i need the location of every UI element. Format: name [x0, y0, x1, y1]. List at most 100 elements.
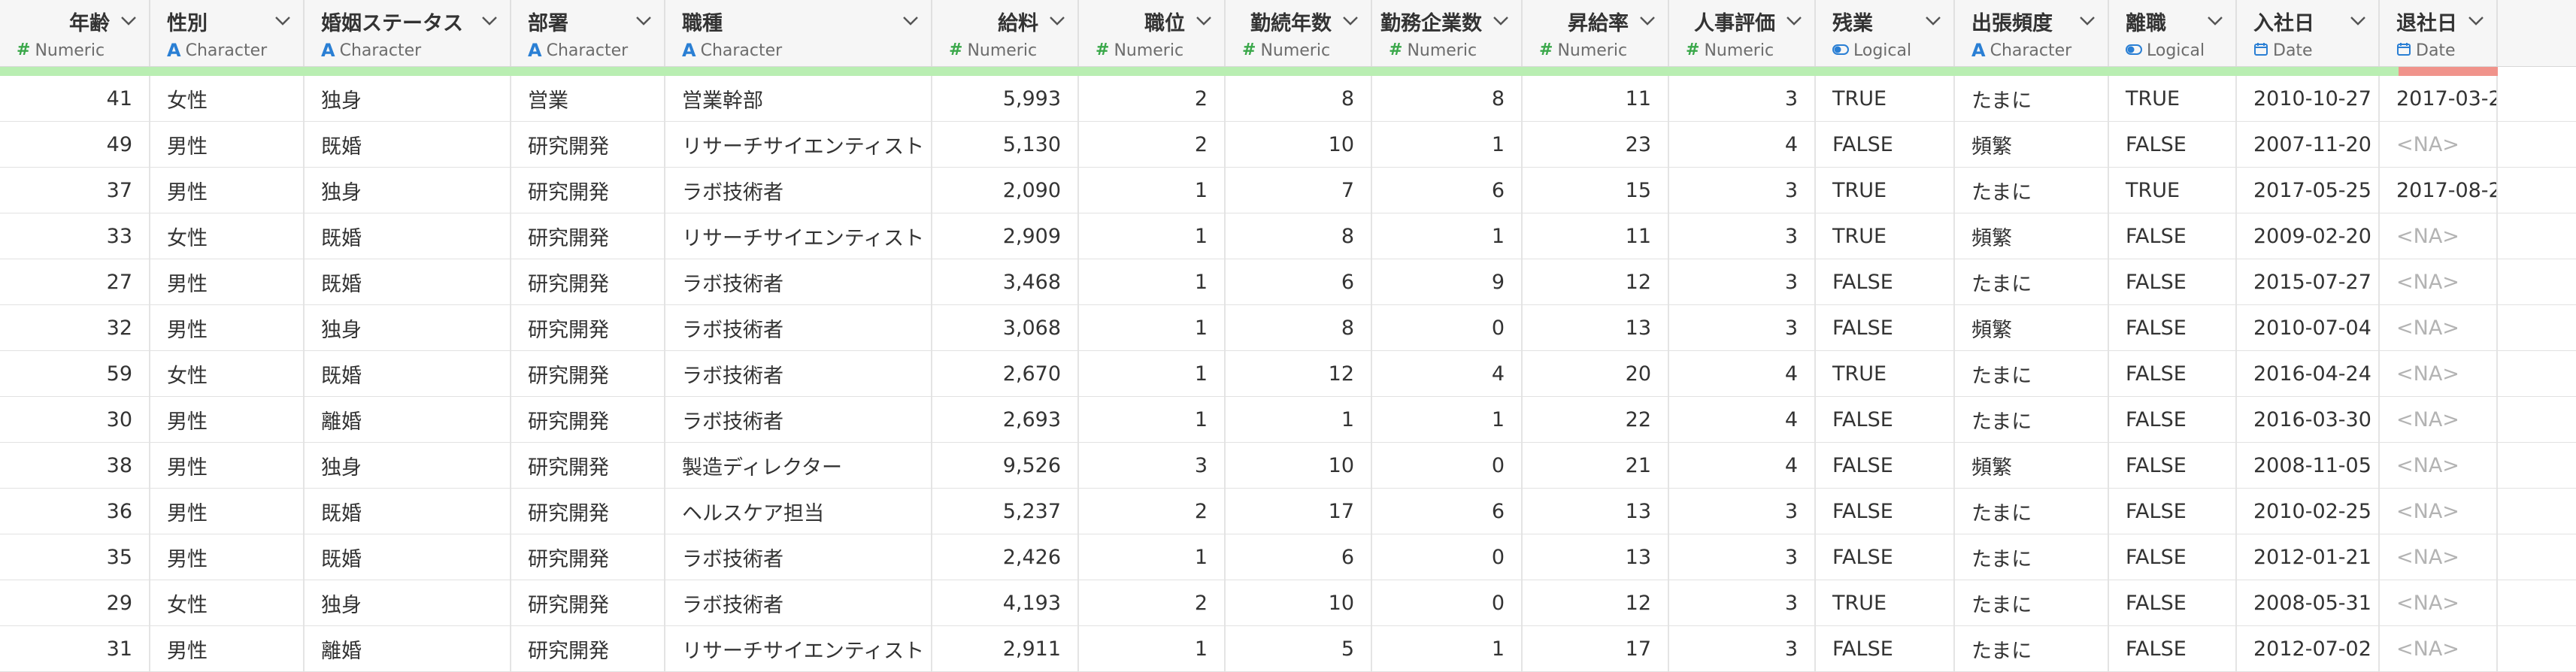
- column-header-travel[interactable]: 出張頻度 A Character: [1955, 0, 2109, 66]
- cell-travel[interactable]: たまに: [1955, 259, 2109, 304]
- cell-leave_date[interactable]: <NA>: [2380, 351, 2498, 396]
- cell-salary[interactable]: 4,193: [932, 580, 1079, 625]
- cell-level[interactable]: 1: [1079, 534, 1226, 580]
- cell-gender[interactable]: 男性: [150, 397, 305, 442]
- chevron-down-icon[interactable]: [1047, 11, 1067, 31]
- chevron-down-icon[interactable]: [2348, 11, 2368, 31]
- cell-companies[interactable]: 1: [1372, 213, 1523, 259]
- chevron-down-icon[interactable]: [1923, 11, 1943, 31]
- cell-salary[interactable]: 2,909: [932, 213, 1079, 259]
- cell-level[interactable]: 2: [1079, 580, 1226, 625]
- cell-salary[interactable]: 2,670: [932, 351, 1079, 396]
- cell-overtime[interactable]: FALSE: [1816, 443, 1955, 488]
- cell-overtime[interactable]: FALSE: [1816, 397, 1955, 442]
- cell-gender[interactable]: 男性: [150, 534, 305, 580]
- cell-marital[interactable]: 独身: [305, 580, 511, 625]
- cell-job[interactable]: ラボ技術者: [665, 351, 932, 396]
- cell-dept[interactable]: 研究開発: [511, 397, 665, 442]
- cell-dept[interactable]: 研究開発: [511, 534, 665, 580]
- cell-marital[interactable]: 既婚: [305, 489, 511, 534]
- cell-age[interactable]: 49: [0, 122, 150, 167]
- column-header-raise[interactable]: 昇給率 # Numeric: [1523, 0, 1669, 66]
- cell-travel[interactable]: たまに: [1955, 626, 2109, 671]
- cell-raise[interactable]: 12: [1523, 259, 1669, 304]
- cell-companies[interactable]: 0: [1372, 305, 1523, 350]
- cell-salary[interactable]: 5,237: [932, 489, 1079, 534]
- cell-dept[interactable]: 研究開発: [511, 305, 665, 350]
- cell-companies[interactable]: 1: [1372, 397, 1523, 442]
- cell-marital[interactable]: 既婚: [305, 259, 511, 304]
- cell-salary[interactable]: 9,526: [932, 443, 1079, 488]
- cell-companies[interactable]: 6: [1372, 489, 1523, 534]
- cell-companies[interactable]: 0: [1372, 580, 1523, 625]
- cell-raise[interactable]: 12: [1523, 580, 1669, 625]
- cell-raise[interactable]: 23: [1523, 122, 1669, 167]
- cell-hire_date[interactable]: 2008-05-31: [2237, 580, 2380, 625]
- cell-gender[interactable]: 男性: [150, 626, 305, 671]
- cell-overtime[interactable]: FALSE: [1816, 259, 1955, 304]
- cell-salary[interactable]: 5,130: [932, 122, 1079, 167]
- cell-age[interactable]: 29: [0, 580, 150, 625]
- cell-years[interactable]: 7: [1226, 168, 1372, 213]
- cell-travel[interactable]: たまに: [1955, 76, 2109, 121]
- cell-rating[interactable]: 4: [1669, 122, 1816, 167]
- cell-overtime[interactable]: TRUE: [1816, 168, 1955, 213]
- column-header-hire_date[interactable]: 入社日 Date: [2237, 0, 2380, 66]
- cell-attrition[interactable]: FALSE: [2109, 397, 2237, 442]
- cell-travel[interactable]: 頻繁: [1955, 213, 2109, 259]
- cell-gender[interactable]: 男性: [150, 122, 305, 167]
- cell-overtime[interactable]: FALSE: [1816, 534, 1955, 580]
- cell-gender[interactable]: 女性: [150, 351, 305, 396]
- cell-job[interactable]: ラボ技術者: [665, 305, 932, 350]
- chevron-down-icon[interactable]: [480, 11, 499, 31]
- cell-overtime[interactable]: FALSE: [1816, 489, 1955, 534]
- cell-dept[interactable]: 研究開発: [511, 122, 665, 167]
- column-header-companies[interactable]: 勤務企業数 # Numeric: [1372, 0, 1523, 66]
- cell-travel[interactable]: たまに: [1955, 489, 2109, 534]
- cell-raise[interactable]: 11: [1523, 76, 1669, 121]
- cell-salary[interactable]: 3,468: [932, 259, 1079, 304]
- cell-job[interactable]: 製造ディレクター: [665, 443, 932, 488]
- cell-years[interactable]: 5: [1226, 626, 1372, 671]
- cell-hire_date[interactable]: 2012-01-21: [2237, 534, 2380, 580]
- cell-leave_date[interactable]: 2017-03-20: [2380, 76, 2498, 121]
- cell-hire_date[interactable]: 2010-10-27: [2237, 76, 2380, 121]
- cell-level[interactable]: 2: [1079, 489, 1226, 534]
- cell-age[interactable]: 36: [0, 489, 150, 534]
- table-row[interactable]: 41 女性 独身 営業 営業幹部 5,993 2 8 8 11 3 TRUE たまに TRUE 2010-1…: [0, 76, 2576, 122]
- cell-hire_date[interactable]: 2016-03-30: [2237, 397, 2380, 442]
- cell-job[interactable]: ラボ技術者: [665, 534, 932, 580]
- cell-leave_date[interactable]: <NA>: [2380, 122, 2498, 167]
- chevron-down-icon[interactable]: [1194, 11, 1214, 31]
- cell-leave_date[interactable]: 2017-08-20: [2380, 168, 2498, 213]
- column-header-leave_date[interactable]: 退社日 Date: [2380, 0, 2498, 66]
- cell-salary[interactable]: 2,693: [932, 397, 1079, 442]
- cell-years[interactable]: 6: [1226, 259, 1372, 304]
- table-row[interactable]: 30 男性 離婚 研究開発 ラボ技術者 2,693 1 1 1 22 4 FALSE たまに FALSE 2…: [0, 397, 2576, 443]
- cell-salary[interactable]: 5,993: [932, 76, 1079, 121]
- cell-rating[interactable]: 3: [1669, 259, 1816, 304]
- cell-dept[interactable]: 研究開発: [511, 443, 665, 488]
- table-row[interactable]: 59 女性 既婚 研究開発 ラボ技術者 2,670 1 12 4 20 4 TRUE たまに FALSE 2…: [0, 351, 2576, 397]
- cell-rating[interactable]: 3: [1669, 580, 1816, 625]
- chevron-down-icon[interactable]: [1341, 11, 1360, 31]
- cell-travel[interactable]: たまに: [1955, 168, 2109, 213]
- cell-years[interactable]: 8: [1226, 76, 1372, 121]
- cell-overtime[interactable]: FALSE: [1816, 305, 1955, 350]
- chevron-down-icon[interactable]: [901, 11, 920, 31]
- table-row[interactable]: 37 男性 独身 研究開発 ラボ技術者 2,090 1 7 6 15 3 TRUE たまに TRUE 201…: [0, 168, 2576, 213]
- cell-rating[interactable]: 3: [1669, 76, 1816, 121]
- cell-marital[interactable]: 既婚: [305, 351, 511, 396]
- cell-raise[interactable]: 13: [1523, 534, 1669, 580]
- cell-age[interactable]: 30: [0, 397, 150, 442]
- cell-years[interactable]: 1: [1226, 397, 1372, 442]
- column-header-dept[interactable]: 部署 A Character: [511, 0, 665, 66]
- cell-job[interactable]: リサーチサイエンティスト: [665, 213, 932, 259]
- table-row[interactable]: 35 男性 既婚 研究開発 ラボ技術者 2,426 1 6 0 13 3 FALSE たまに FALSE 2…: [0, 534, 2576, 580]
- cell-age[interactable]: 35: [0, 534, 150, 580]
- cell-companies[interactable]: 9: [1372, 259, 1523, 304]
- cell-rating[interactable]: 3: [1669, 489, 1816, 534]
- cell-age[interactable]: 37: [0, 168, 150, 213]
- cell-hire_date[interactable]: 2017-05-25: [2237, 168, 2380, 213]
- column-header-years[interactable]: 勤続年数 # Numeric: [1226, 0, 1372, 66]
